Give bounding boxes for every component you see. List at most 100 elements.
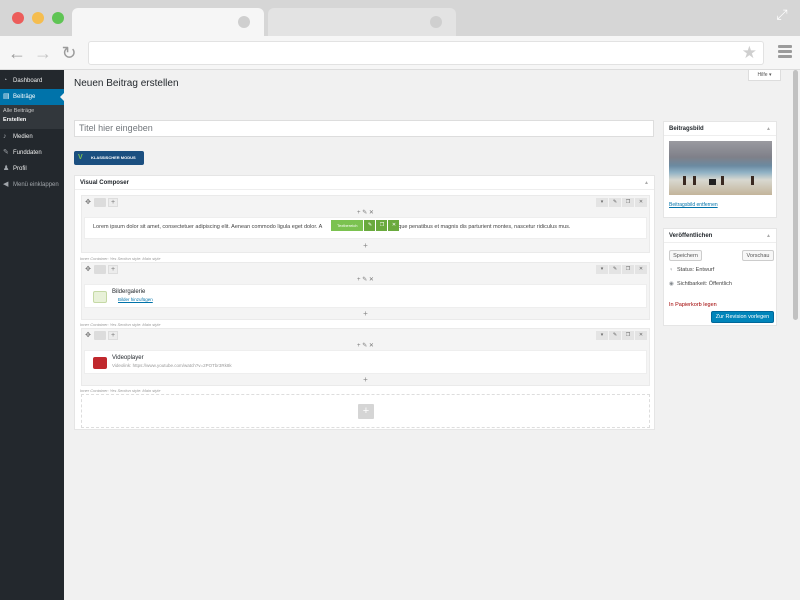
add-column-button[interactable]: + — [108, 331, 118, 340]
sidebar-item-funddaten[interactable]: ✎ Funddaten — [0, 145, 64, 161]
row-layout-icon[interactable] — [94, 198, 106, 207]
sidebar-item-profile[interactable]: ♟ Profil — [0, 161, 64, 177]
add-element-button[interactable]: + — [82, 242, 649, 250]
classic-mode-button[interactable]: V KLASSISCHER MODUS — [74, 151, 144, 165]
arrow-right-icon[interactable]: → — [32, 42, 54, 64]
pencil-icon[interactable]: ✎ — [364, 220, 376, 231]
row-controls-right: ▾ ✎ ❐ ✕ — [595, 198, 647, 207]
row-settings-label: Inner Container: Yes Section style: Main… — [80, 322, 161, 327]
clone-icon[interactable]: ❐ — [622, 331, 634, 340]
collapse-arrow-icon[interactable]: ▲ — [644, 176, 649, 190]
pencil-icon[interactable]: ✎ — [609, 265, 621, 274]
visual-composer-logo-icon: V — [78, 154, 83, 161]
move-icon[interactable]: ✥ — [84, 198, 92, 207]
sidebar-item-collapse-menu[interactable]: ◀ Menü einklappen — [0, 177, 64, 193]
sidebar-item-label: Menü einklappen — [13, 182, 59, 188]
save-button[interactable]: Speichern — [669, 250, 702, 261]
vc-row-gallery[interactable]: ✥ + ▾ ✎ ❐ ✕ + ✎ ✕ Bildergalerie Bilder hinzu… — [81, 262, 650, 320]
row-layout-icon[interactable] — [94, 265, 106, 274]
remove-featured-image-link[interactable]: Beitragsbild entfernen — [669, 202, 718, 208]
visual-composer-header[interactable]: Visual Composer ▲ — [75, 176, 654, 190]
add-element-button[interactable]: + — [82, 376, 649, 384]
trash-icon[interactable]: ✕ — [388, 220, 400, 231]
row-controls-right: ▾ ✎ ❐ ✕ — [595, 331, 647, 340]
sidebar-submenu: Alle Beiträge Erstellen — [0, 105, 64, 129]
minimize-window-button[interactable] — [32, 12, 44, 24]
hamburger-menu-icon[interactable] — [778, 45, 792, 60]
add-element-button[interactable]: + — [82, 310, 649, 318]
collapse-arrow-icon[interactable]: ▲ — [766, 122, 771, 136]
arrow-left-icon[interactable]: ← — [6, 42, 28, 64]
posts-icon: ▤ — [3, 93, 10, 100]
trash-icon[interactable]: ✕ — [635, 331, 647, 340]
sidebar-item-media[interactable]: ♪ Medien — [0, 129, 64, 145]
eye-icon: ◉ — [669, 281, 674, 287]
featured-image-thumbnail[interactable] — [669, 141, 772, 195]
browser-tab-active[interactable] — [72, 8, 264, 36]
visual-composer-title: Visual Composer — [80, 180, 129, 186]
tab-close-icon[interactable] — [238, 16, 250, 28]
address-bar[interactable]: ★ — [88, 41, 764, 65]
gallery-title[interactable]: Bildergalerie — [112, 289, 145, 295]
publish-header[interactable]: Veröffentlichen ▲ — [664, 229, 776, 243]
tab-close-icon[interactable] — [430, 16, 442, 28]
clone-icon[interactable]: ❐ — [622, 198, 634, 207]
text-block-text: Lorem ipsum dolor sit amet, consectetuer… — [93, 224, 323, 230]
post-title-input[interactable]: Titel hier eingeben — [74, 120, 654, 137]
text-block-text-end: que penatibus et magnis dis parturient m… — [398, 224, 571, 230]
publish-box: Veröffentlichen ▲ Speichern Vorschau ♀ St… — [663, 228, 777, 326]
text-block-label[interactable]: Textbereich — [331, 220, 364, 231]
column-controls[interactable]: + ✎ ✕ — [82, 342, 649, 350]
star-icon[interactable]: ★ — [742, 43, 757, 63]
chevron-down-icon[interactable]: ▾ — [596, 198, 608, 207]
add-column-button[interactable]: + — [108, 198, 118, 207]
pencil-icon[interactable]: ✎ — [609, 198, 621, 207]
maximize-window-button[interactable] — [52, 12, 64, 24]
browser-tab-inactive[interactable] — [268, 8, 456, 36]
sidebar-item-label: Funddaten — [13, 150, 42, 156]
sidebar-item-dashboard[interactable]: ◔ Dashboard — [0, 73, 64, 89]
move-to-trash-link[interactable]: In Papierkorb legen — [669, 302, 717, 308]
submenu-all-posts[interactable]: Alle Beiträge — [0, 107, 64, 116]
add-element-button[interactable]: + — [358, 404, 374, 419]
row-controls-right: ▾ ✎ ❐ ✕ — [595, 265, 647, 274]
publish-title: Veröffentlichen — [669, 233, 713, 239]
preview-button[interactable]: Vorschau — [742, 250, 774, 261]
reload-icon[interactable]: ↻ — [58, 42, 80, 64]
page-scrollbar[interactable] — [791, 70, 800, 600]
status-text: Status: Entwurf — [677, 267, 715, 273]
chevron-down-icon[interactable]: ▾ — [596, 265, 608, 274]
submit-for-review-button[interactable]: Zur Revision vorlegen — [711, 311, 774, 323]
trash-icon[interactable]: ✕ — [635, 198, 647, 207]
vc-row-video[interactable]: ✥ + ▾ ✎ ❐ ✕ + ✎ ✕ Videoplayer Videolink: htt… — [81, 328, 650, 386]
expand-icon[interactable]: ⤢ — [774, 6, 790, 22]
featured-image-box: Beitragsbild ▲ Beitragsbild entfernen — [663, 121, 777, 218]
empty-row: + — [81, 394, 650, 428]
browser-titlebar: ⤢ — [0, 0, 800, 36]
row-controls-left: ✥ + — [84, 265, 120, 274]
help-button[interactable]: Hilfe ▾ — [748, 70, 781, 81]
row-layout-icon[interactable] — [94, 331, 106, 340]
collapse-arrow-icon[interactable]: ▲ — [766, 229, 771, 243]
chevron-down-icon[interactable]: ▾ — [596, 331, 608, 340]
sidebar-item-posts[interactable]: ▤ Beiträge — [0, 89, 64, 105]
clone-icon[interactable]: ❐ — [622, 265, 634, 274]
add-column-button[interactable]: + — [108, 265, 118, 274]
add-images-link[interactable]: Bilder hinzufügen — [118, 297, 153, 302]
move-icon[interactable]: ✥ — [84, 331, 92, 340]
move-icon[interactable]: ✥ — [84, 265, 92, 274]
page-title: Neuen Beitrag erstellen — [74, 78, 179, 89]
vc-row-text[interactable]: ✥ + ▾ ✎ ❐ ✕ + ✎ ✕ Lorem ipsum dolor sit amet… — [81, 195, 650, 253]
column-controls[interactable]: + ✎ ✕ — [82, 209, 649, 217]
column-controls[interactable]: + ✎ ✕ — [82, 276, 649, 284]
video-player-icon — [93, 357, 107, 369]
sidebar-item-label: Profil — [13, 166, 27, 172]
clone-icon[interactable]: ❐ — [376, 220, 388, 231]
scrollbar-thumb[interactable] — [793, 70, 798, 320]
pencil-icon[interactable]: ✎ — [609, 331, 621, 340]
video-title[interactable]: Videoplayer — [112, 355, 144, 361]
close-window-button[interactable] — [12, 12, 24, 24]
featured-image-header[interactable]: Beitragsbild ▲ — [664, 122, 776, 136]
trash-icon[interactable]: ✕ — [635, 265, 647, 274]
submenu-create[interactable]: Erstellen — [0, 116, 64, 125]
